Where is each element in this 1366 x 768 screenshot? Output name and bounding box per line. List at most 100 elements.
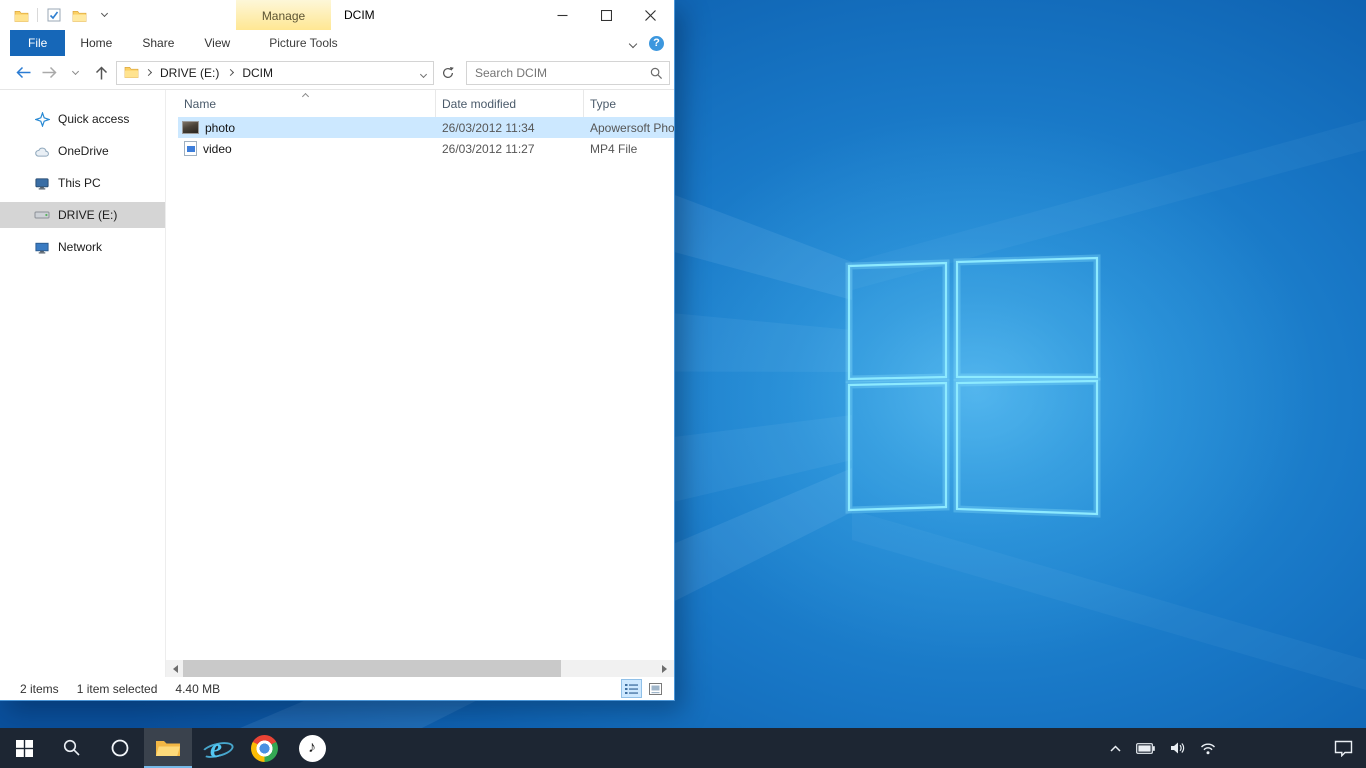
cortana-icon (110, 738, 130, 758)
taskbar-file-explorer-button[interactable] (144, 728, 192, 768)
taskbar-internet-explorer-button[interactable]: e (192, 728, 240, 768)
explorer-body: Quick access OneDrive This PC (0, 90, 674, 677)
column-headers: Name Date modified Type (166, 90, 674, 117)
show-hidden-icons-chevron-icon[interactable] (1110, 745, 1121, 752)
system-tray (1110, 728, 1216, 768)
taskbar-chrome-button[interactable] (240, 728, 288, 768)
forward-icon[interactable] (36, 60, 62, 86)
scroll-left-icon[interactable] (166, 660, 183, 677)
sort-ascending-icon (301, 93, 308, 100)
new-folder-icon[interactable] (70, 6, 88, 24)
selection-size: 4.40 MB (175, 682, 220, 696)
file-type: Apowersoft Pho (584, 121, 674, 135)
file-type: MP4 File (584, 142, 674, 156)
ribbon-collapse-chevron-icon[interactable] (630, 36, 636, 50)
large-icons-view-button[interactable] (645, 679, 666, 698)
navigation-pane: Quick access OneDrive This PC (0, 90, 166, 677)
status-bar: 2 items 1 item selected 4.40 MB (0, 677, 674, 700)
help-icon[interactable]: ? (649, 36, 664, 51)
file-date-modified: 26/03/2012 11:27 (436, 142, 584, 156)
back-icon[interactable] (10, 60, 36, 86)
file-name: photo (205, 121, 235, 135)
sidebar-item-label: Quick access (58, 112, 129, 126)
search-box (466, 61, 670, 85)
manage-contextual-tab[interactable]: Manage (236, 0, 331, 30)
scrollbar-thumb[interactable] (183, 660, 561, 677)
sidebar-item-quick-access[interactable]: Quick access (0, 106, 165, 132)
cortana-button[interactable] (96, 728, 144, 768)
window-controls (540, 0, 672, 30)
computer-icon (34, 175, 50, 191)
search-icon (63, 739, 81, 757)
tab-home[interactable]: Home (65, 30, 127, 56)
folder-icon[interactable] (12, 6, 30, 24)
tab-share[interactable]: Share (127, 30, 189, 56)
sidebar-item-this-pc[interactable]: This PC (0, 170, 165, 196)
tab-file[interactable]: File (10, 30, 65, 56)
minimize-button[interactable] (540, 0, 584, 30)
star-icon (34, 111, 50, 127)
sidebar-item-onedrive[interactable]: OneDrive (0, 138, 165, 164)
cloud-icon (34, 143, 50, 159)
file-row-photo[interactable]: photo 26/03/2012 11:34 Apowersoft Pho (178, 117, 674, 138)
address-bar[interactable]: DRIVE (E:) DCIM (116, 61, 434, 85)
properties-icon[interactable] (45, 6, 63, 24)
drive-icon (34, 207, 50, 223)
item-count: 2 items (20, 682, 59, 696)
selection-count: 1 item selected (77, 682, 158, 696)
file-row-video[interactable]: video 26/03/2012 11:27 MP4 File (178, 138, 674, 159)
up-icon[interactable] (88, 60, 114, 86)
network-icon[interactable] (1200, 742, 1216, 755)
column-header-name[interactable]: Name (178, 90, 436, 117)
column-header-date-modified[interactable]: Date modified (436, 90, 584, 117)
horizontal-scrollbar[interactable] (166, 660, 674, 677)
search-input[interactable] (467, 62, 669, 84)
breadcrumb-chevron-icon[interactable] (227, 69, 234, 76)
action-center-icon[interactable] (1334, 728, 1353, 768)
sidebar-item-label: Network (58, 240, 102, 254)
address-dropdown-chevron-icon[interactable] (421, 66, 426, 80)
file-explorer-icon (155, 738, 181, 758)
taskbar-search-button[interactable] (48, 728, 96, 768)
address-row: DRIVE (E:) DCIM (0, 56, 674, 90)
scroll-right-icon[interactable] (657, 660, 674, 677)
windows-logo-icon (16, 740, 33, 757)
breadcrumb-segment-dcim[interactable]: DCIM (240, 66, 275, 80)
file-date-modified: 26/03/2012 11:34 (436, 121, 584, 135)
sidebar-item-network[interactable]: Network (0, 234, 165, 260)
sidebar-item-drive-e[interactable]: DRIVE (E:) (0, 202, 165, 228)
scrollbar-track[interactable] (183, 660, 657, 677)
battery-icon[interactable] (1136, 743, 1155, 754)
empty-area[interactable] (166, 159, 674, 660)
sidebar-item-label: DRIVE (E:) (58, 208, 117, 222)
video-file-icon (184, 141, 197, 156)
breadcrumb-segment-drive[interactable]: DRIVE (E:) (158, 66, 221, 80)
toolbar-separator (37, 8, 38, 22)
customize-quick-access-chevron-icon[interactable] (95, 6, 113, 24)
taskbar: e ♪ (0, 728, 1366, 768)
quick-access-toolbar (12, 0, 113, 30)
start-button[interactable] (0, 728, 48, 768)
search-icon[interactable] (650, 67, 663, 83)
taskbar-itunes-button[interactable]: ♪ (288, 728, 336, 768)
sidebar-item-label: This PC (58, 176, 101, 190)
title-bar: Manage DCIM (0, 0, 674, 30)
details-view-button[interactable] (621, 679, 642, 698)
breadcrumb-chevron-icon[interactable] (145, 69, 152, 76)
tab-picture-tools[interactable]: Picture Tools (254, 30, 352, 56)
file-explorer-window: Manage DCIM File Home Share View Picture… (0, 0, 675, 701)
window-title: DCIM (344, 0, 375, 30)
refresh-icon[interactable] (436, 61, 460, 85)
recent-locations-chevron-icon[interactable] (62, 60, 88, 86)
ribbon-right-controls: ? (630, 30, 664, 56)
internet-explorer-icon: e (201, 733, 231, 763)
sidebar-item-label: OneDrive (58, 144, 109, 158)
column-header-type[interactable]: Type (584, 90, 674, 117)
maximize-button[interactable] (584, 0, 628, 30)
file-name: video (203, 142, 232, 156)
tab-view[interactable]: View (189, 30, 245, 56)
close-button[interactable] (628, 0, 672, 30)
volume-icon[interactable] (1170, 741, 1185, 755)
file-list-area: Name Date modified Type photo 26/03/2012… (166, 90, 674, 677)
itunes-icon: ♪ (299, 735, 326, 762)
